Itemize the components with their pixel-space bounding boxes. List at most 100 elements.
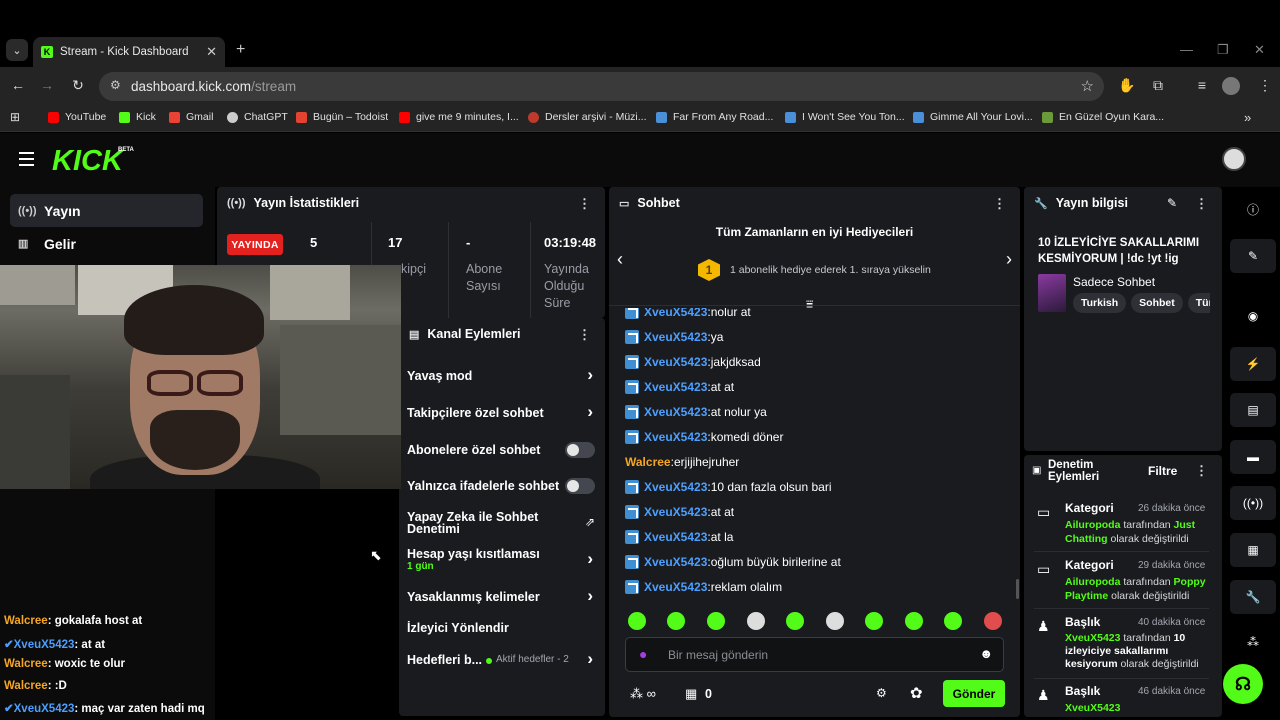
bookmark-gimme-all[interactable]: Gimme All Your Lovi... [913,111,1033,123]
external-link-icon[interactable]: ⇗ [585,515,595,529]
menu-icon[interactable]: ⋮ [1256,77,1274,94]
edit-icon[interactable]: ✎ [1167,196,1177,210]
banned-words-row[interactable]: Yasaklanmış kelimeler [407,590,597,604]
emote-icon[interactable] [628,612,646,630]
host-viewers-row[interactable]: İzleyici Yönlendir [407,621,597,635]
more-bookmarks-icon[interactable]: » [1244,110,1251,125]
edit-panel-icon[interactable]: ✎ [1230,239,1276,273]
emote-icon[interactable] [747,612,765,630]
chat-username[interactable]: XveuX5423 [644,480,707,494]
store-icon[interactable]: ▦ [685,686,697,702]
chat-scrollbar[interactable] [1016,579,1019,599]
emote-icon[interactable] [984,612,1002,630]
bookmark-youtube[interactable]: YouTube [48,111,106,123]
layout-icon[interactable]: ▦ [1230,533,1276,567]
stream-info-more-icon[interactable]: ⋮ [1195,196,1208,212]
message-input[interactable]: ● Bir mesaj gönderin ☻ [625,637,1004,672]
chat-username[interactable]: XveuX5423 [644,405,707,419]
chat-username[interactable]: XveuX5423 [644,355,707,369]
close-window-button[interactable]: ✕ [1254,42,1265,58]
bookmark-oyun[interactable]: En Güzel Oyun Kara... [1042,111,1164,123]
stats-more-icon[interactable]: ⋮ [578,196,591,212]
hamburger-menu-icon[interactable] [19,152,34,166]
support-headset-icon[interactable]: ☊ [1223,664,1263,704]
chevron-right-icon[interactable]: › [587,402,593,422]
account-age-row[interactable]: Hesap yaşı kısıtlaması [407,547,597,561]
emote-icon[interactable] [944,612,962,630]
user-avatar[interactable] [1222,147,1246,171]
browser-tab[interactable]: K Stream - Kick Dashboard ✕ [33,37,225,67]
camera-icon[interactable]: ◉ [1230,299,1276,333]
channel-actions-more-icon[interactable]: ⋮ [578,327,591,343]
moderation-more-icon[interactable]: ⋮ [1195,463,1208,479]
bookmark-todoist[interactable]: Bugün – Todoist [296,111,388,123]
chevron-right-icon[interactable]: › [587,649,593,669]
chat-username[interactable]: XveuX5423 [644,505,707,519]
extensions-puzzle-icon[interactable]: ⧉ [1149,77,1167,94]
forward-icon[interactable]: → [38,77,56,93]
bookmark-i-wont-see-you[interactable]: I Won't See You Ton... [785,111,905,123]
emotes-only-toggle[interactable] [565,478,595,494]
chat-username[interactable]: XveuX5423 [644,530,707,544]
followers-only-row[interactable]: Takipçilere özel sohbet [407,406,597,420]
chevron-left-icon[interactable]: ‹ [617,249,623,270]
chevron-right-icon[interactable]: › [587,549,593,569]
maximize-button[interactable]: ❐ [1217,42,1229,58]
reload-icon[interactable]: ↻ [69,77,87,94]
chat-username[interactable]: XveuX5423 [644,380,707,394]
settings-icon[interactable]: ⚙ [876,686,887,700]
chevron-right-icon[interactable]: › [587,365,593,385]
new-tab-button[interactable]: + [236,41,245,59]
apps-grid-icon[interactable]: ⊞ [10,110,20,124]
tab-search-button[interactable]: ⌄ [6,39,28,61]
category-name[interactable]: Sadece Sohbet [1073,275,1155,289]
bookmark-kick[interactable]: Kick [119,111,156,123]
chevron-right-icon[interactable]: › [587,586,593,606]
emoji-icon[interactable]: ☻ [979,646,993,661]
emote-picker-icon[interactable]: ✿ [910,684,923,702]
bookmark-chatgpt[interactable]: ChatGPT [227,111,288,123]
sidebar-item-gelir[interactable]: ▥ Gelir [10,227,203,260]
send-button[interactable]: Gönder [943,680,1005,707]
ai-moderation-row[interactable]: Yapay Zeka ile Sohbet Denetimi [407,511,567,536]
points-icon[interactable]: ⁂ [1230,625,1276,659]
chat-username[interactable]: XveuX5423 [644,555,707,569]
back-icon[interactable]: ← [9,77,27,93]
chat-more-icon[interactable]: ⋮ [993,196,1006,212]
emote-icon[interactable] [865,612,883,630]
chat-username[interactable]: XveuX5423 [644,580,707,594]
sidebar-item-yayin[interactable]: ((•)) Yayın [10,194,203,227]
chevron-right-icon[interactable]: › [1006,249,1012,270]
emote-icon[interactable] [826,612,844,630]
lightning-icon[interactable]: ⚡ [1230,347,1276,381]
tag[interactable]: Turkish [1073,293,1127,313]
tag[interactable]: Sohbet [1131,293,1183,313]
bookmark-star-icon[interactable]: ☆ [1081,77,1094,95]
emote-icon[interactable] [707,612,725,630]
chat-icon[interactable]: ▬ [1230,440,1276,474]
profile-avatar[interactable] [1222,77,1240,95]
category-thumbnail[interactable] [1038,274,1066,312]
kick-logo[interactable]: KICK [52,145,123,178]
filter-button[interactable]: Filtre [1148,464,1177,478]
broadcast-icon[interactable]: ((•)) [1230,486,1276,520]
emote-icon[interactable] [905,612,923,630]
emote-icon[interactable] [667,612,685,630]
goals-row[interactable]: Hedefleri b... [407,653,487,667]
chat-username[interactable]: XveuX5423 [644,330,707,344]
wrench-icon[interactable]: 🔧 [1230,580,1276,614]
info-icon[interactable]: ⓘ [1230,192,1276,226]
chat-username[interactable]: Walcree [625,455,671,469]
minimize-button[interactable]: — [1180,42,1193,57]
site-info-icon[interactable]: ⚙ [110,78,121,92]
notes-icon[interactable]: ▤ [1230,393,1276,427]
bookmark-youtube-video[interactable]: give me 9 minutes, I... [399,111,519,123]
mic-icon[interactable]: ● [639,646,647,662]
slow-mode-row[interactable]: Yavaş mod [407,369,597,383]
subscribers-only-toggle[interactable] [565,442,595,458]
chat-username[interactable]: XveuX5423 [644,430,707,444]
tab-close-icon[interactable]: ✕ [206,44,217,60]
bookmark-gmail[interactable]: Gmail [169,111,213,123]
channel-points-icon[interactable]: ⁂ ∞ [630,686,656,702]
bookmark-far-from-any-road[interactable]: Far From Any Road... [656,111,773,123]
